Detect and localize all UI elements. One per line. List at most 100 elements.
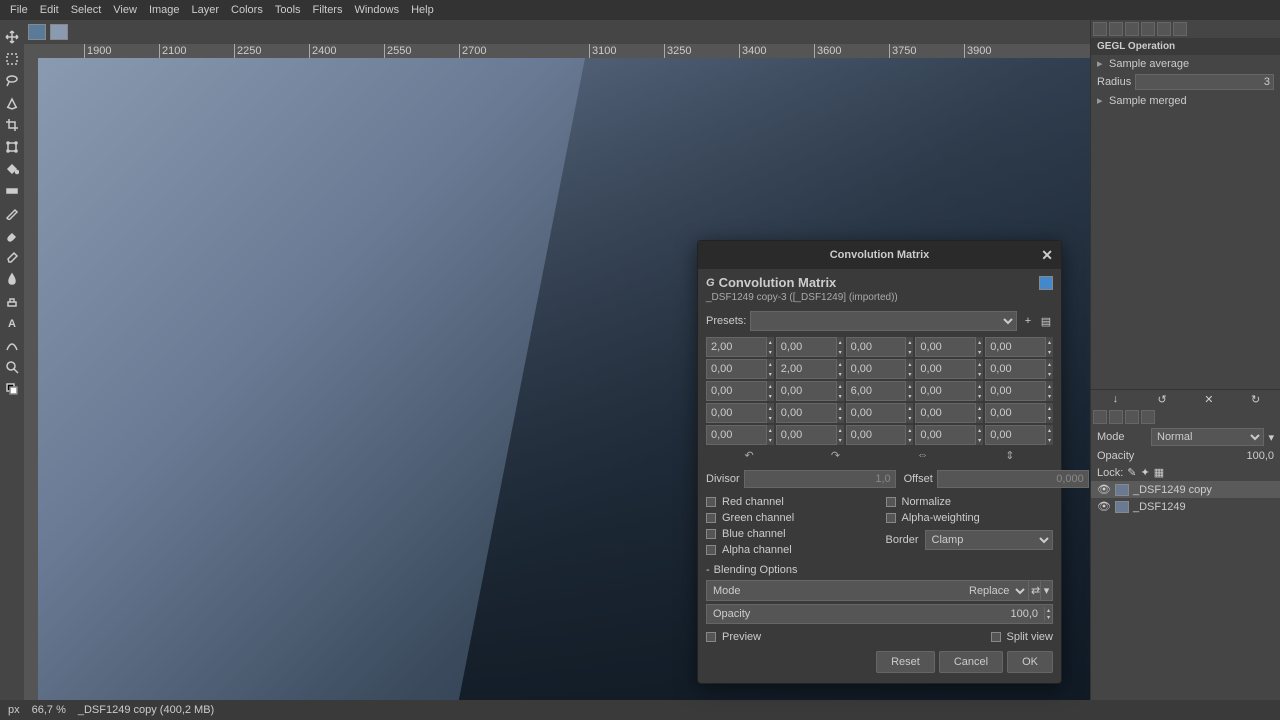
matrix-input[interactable]: [706, 337, 767, 357]
layer-delete-icon[interactable]: ✕: [1202, 392, 1216, 406]
spinner-icon[interactable]: ▴▾: [976, 359, 983, 379]
panel-tab-icon[interactable]: [1093, 22, 1107, 36]
preset-menu-icon[interactable]: ▤: [1039, 314, 1053, 328]
transform-tool-icon[interactable]: [2, 137, 22, 157]
spinner-icon[interactable]: ▴▾: [767, 381, 774, 401]
channels-tab-icon[interactable]: [1109, 410, 1123, 424]
matrix-input[interactable]: [846, 359, 907, 379]
flip-h-icon[interactable]: ⇔: [917, 449, 928, 462]
panel-tab-icon[interactable]: [1109, 22, 1123, 36]
spinner-icon[interactable]: ▴▾: [976, 337, 983, 357]
menu-tools[interactable]: Tools: [269, 2, 307, 18]
menu-edit[interactable]: Edit: [34, 2, 65, 18]
pencil-tool-icon[interactable]: [2, 203, 22, 223]
offset-input[interactable]: [937, 470, 1089, 488]
mode-extra-icon[interactable]: ▾: [1268, 431, 1274, 444]
fuzzy-select-tool-icon[interactable]: [2, 93, 22, 113]
collapse-icon[interactable]: -: [706, 564, 710, 576]
visibility-icon[interactable]: 👁: [1097, 500, 1111, 513]
canvas-thumb-icon[interactable]: [50, 24, 68, 40]
paths-tab-icon[interactable]: [1125, 410, 1139, 424]
matrix-input[interactable]: [776, 425, 837, 445]
matrix-input[interactable]: [985, 381, 1046, 401]
spinner-icon[interactable]: ▴▾: [837, 337, 844, 357]
layer-mode-select[interactable]: Normal: [1151, 428, 1264, 446]
matrix-input[interactable]: [846, 425, 907, 445]
blend-switch-icon[interactable]: ⇄: [1028, 581, 1040, 600]
spinner-icon[interactable]: ▴▾: [976, 425, 983, 445]
matrix-input[interactable]: [985, 359, 1046, 379]
spinner-icon[interactable]: ▴▾: [1046, 425, 1053, 445]
rotate-right-icon[interactable]: ↷: [831, 449, 840, 462]
matrix-input[interactable]: [985, 337, 1046, 357]
spinner-icon[interactable]: ▴▾: [767, 403, 774, 423]
spinner-icon[interactable]: ▴▾: [1046, 403, 1053, 423]
text-tool-icon[interactable]: A: [2, 313, 22, 333]
spinner-icon[interactable]: ▴▾: [837, 381, 844, 401]
matrix-input[interactable]: [915, 359, 976, 379]
brush-tool-icon[interactable]: [2, 225, 22, 245]
zoom-display[interactable]: 66,7 %: [32, 704, 66, 716]
spinner-icon[interactable]: ▴▾: [906, 403, 913, 423]
opacity-value[interactable]: 100,0: [1151, 450, 1274, 462]
spinner-icon[interactable]: ▴▾: [837, 359, 844, 379]
close-icon[interactable]: ✕: [1041, 247, 1053, 264]
visibility-icon[interactable]: 👁: [1097, 483, 1111, 496]
matrix-input[interactable]: [706, 381, 767, 401]
blend-mode-select[interactable]: Replace: [963, 582, 1028, 600]
matrix-input[interactable]: [985, 403, 1046, 423]
blend-menu-icon[interactable]: ▾: [1040, 581, 1052, 600]
preset-add-icon[interactable]: +: [1021, 314, 1035, 328]
preview-color-icon[interactable]: [1039, 276, 1053, 290]
spinner-icon[interactable]: ▴▾: [906, 337, 913, 357]
alpha-weighting-checkbox[interactable]: [886, 513, 896, 523]
panel-tab-icon[interactable]: [1141, 22, 1155, 36]
reset-button[interactable]: Reset: [876, 651, 935, 673]
crop-tool-icon[interactable]: [2, 115, 22, 135]
spinner-icon[interactable]: ▴▾: [837, 425, 844, 445]
matrix-input[interactable]: [776, 381, 837, 401]
layer-item[interactable]: 👁 _DSF1249 copy: [1091, 481, 1280, 498]
menu-help[interactable]: Help: [405, 2, 440, 18]
green-channel-checkbox[interactable]: [706, 513, 716, 523]
matrix-input[interactable]: [985, 425, 1046, 445]
move-tool-icon[interactable]: [2, 27, 22, 47]
matrix-input[interactable]: [706, 403, 767, 423]
matrix-input[interactable]: [915, 337, 976, 357]
matrix-input[interactable]: [706, 425, 767, 445]
dialog-titlebar[interactable]: Convolution Matrix ✕: [698, 241, 1061, 269]
lock-position-icon[interactable]: ✦: [1141, 466, 1150, 479]
preview-checkbox[interactable]: [706, 632, 716, 642]
path-tool-icon[interactable]: [2, 335, 22, 355]
ok-button[interactable]: OK: [1007, 651, 1053, 673]
matrix-input[interactable]: [915, 403, 976, 423]
layers-tab-icon[interactable]: [1093, 410, 1107, 424]
matrix-input[interactable]: [846, 403, 907, 423]
layer-new-icon[interactable]: ↓: [1108, 392, 1122, 406]
menu-filters[interactable]: Filters: [307, 2, 349, 18]
canvas-thumb-icon[interactable]: [28, 24, 46, 40]
spinner-icon[interactable]: ▴▾: [767, 359, 774, 379]
spinner-icon[interactable]: ▴▾: [1046, 337, 1053, 357]
matrix-input[interactable]: [776, 403, 837, 423]
spinner-icon[interactable]: ▴▾: [906, 425, 913, 445]
layer-item[interactable]: 👁 _DSF1249: [1091, 498, 1280, 515]
menu-colors[interactable]: Colors: [225, 2, 269, 18]
unit-selector[interactable]: px: [8, 704, 20, 716]
menu-view[interactable]: View: [107, 2, 143, 18]
eraser-tool-icon[interactable]: [2, 247, 22, 267]
divisor-input[interactable]: [744, 470, 896, 488]
red-channel-checkbox[interactable]: [706, 497, 716, 507]
spinner-icon[interactable]: ▴▾: [767, 425, 774, 445]
layer-reset-icon[interactable]: ↺: [1155, 392, 1169, 406]
normalize-checkbox[interactable]: [886, 497, 896, 507]
panel-tab-icon[interactable]: [1125, 22, 1139, 36]
color-swatch-icon[interactable]: [2, 379, 22, 399]
spinner-icon[interactable]: ▴▾: [837, 403, 844, 423]
lock-alpha-icon[interactable]: ▦: [1154, 466, 1164, 479]
flip-v-icon[interactable]: ⇕: [1005, 449, 1014, 462]
presets-select[interactable]: [750, 311, 1017, 331]
matrix-input[interactable]: [846, 381, 907, 401]
lasso-tool-icon[interactable]: [2, 71, 22, 91]
spinner-icon[interactable]: ▴▾: [1046, 381, 1053, 401]
